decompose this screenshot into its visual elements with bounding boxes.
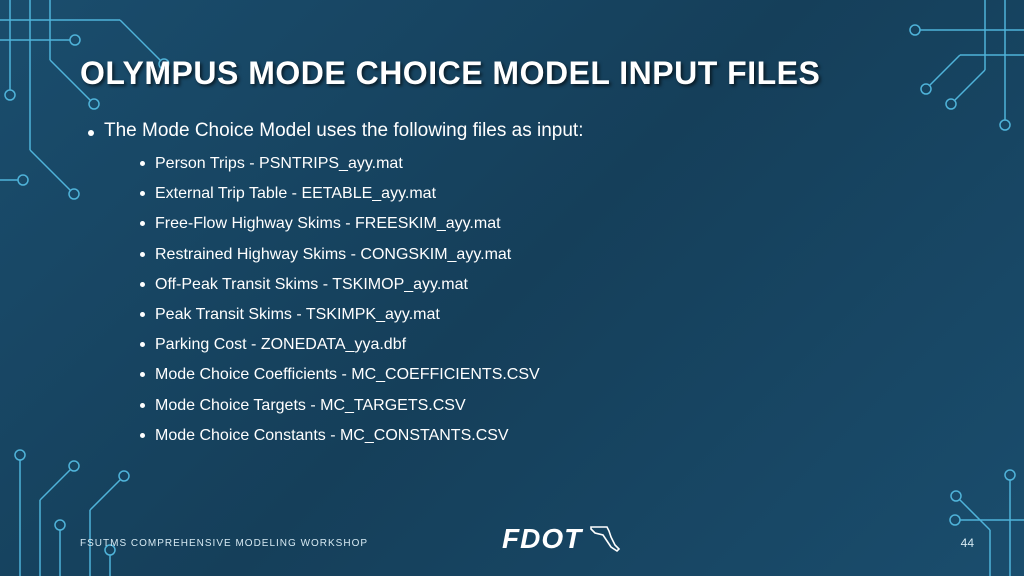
bullet-dot — [140, 161, 145, 166]
list-item: Mode Choice Targets - MC_TARGETS.CSV — [140, 394, 944, 417]
list-item: Person Trips - PSNTRIPS_ayy.mat — [140, 152, 944, 175]
bullet-dot — [140, 433, 145, 438]
list-item-text: External Trip Table - EETABLE_ayy.mat — [155, 182, 436, 205]
bullet-dot — [88, 130, 94, 136]
logo-text: FDOT — [502, 523, 582, 555]
list-item-text: Off-Peak Transit Skims - TSKIMOP_ayy.mat — [155, 273, 468, 296]
list-item-text: Mode Choice Constants - MC_CONSTANTS.CSV — [155, 424, 509, 447]
list-item: External Trip Table - EETABLE_ayy.mat — [140, 182, 944, 205]
intro-text: The Mode Choice Model uses the following… — [104, 120, 583, 142]
list-item: Mode Choice Coefficients - MC_COEFFICIEN… — [140, 363, 944, 386]
bullet-dot — [140, 191, 145, 196]
intro-bullet: The Mode Choice Model uses the following… — [88, 120, 944, 142]
list-item-text: Mode Choice Targets - MC_TARGETS.CSV — [155, 394, 466, 417]
list-item: Free-Flow Highway Skims - FREESKIM_ayy.m… — [140, 212, 944, 235]
bullet-dot — [140, 221, 145, 226]
list-item: Restrained Highway Skims - CONGSKIM_ayy.… — [140, 243, 944, 266]
bullet-dot — [140, 312, 145, 317]
list-item: Parking Cost - ZONEDATA_yya.dbf — [140, 333, 944, 356]
footer-label: FSUTMS COMPREHENSIVE MODELING WORKSHOP — [80, 538, 368, 549]
list-item: Off-Peak Transit Skims - TSKIMOP_ayy.mat — [140, 273, 944, 296]
page-number: 44 — [961, 536, 974, 550]
bullet-dot — [140, 372, 145, 377]
list-item-text: Person Trips - PSNTRIPS_ayy.mat — [155, 152, 403, 175]
fdot-logo: FDOT — [502, 523, 627, 558]
bullet-dot — [140, 342, 145, 347]
florida-outline-icon — [589, 523, 627, 558]
list-item-text: Mode Choice Coefficients - MC_COEFFICIEN… — [155, 363, 540, 386]
bullet-dot — [140, 403, 145, 408]
list-item: Mode Choice Constants - MC_CONSTANTS.CSV — [140, 424, 944, 447]
list-item-text: Parking Cost - ZONEDATA_yya.dbf — [155, 333, 406, 356]
list-item-text: Free-Flow Highway Skims - FREESKIM_ayy.m… — [155, 212, 501, 235]
list-item-text: Peak Transit Skims - TSKIMPK_ayy.mat — [155, 303, 440, 326]
list-item: Peak Transit Skims - TSKIMPK_ayy.mat — [140, 303, 944, 326]
slide-title: OLYMPUS MODE CHOICE MODEL INPUT FILES — [80, 55, 944, 92]
input-files-list: Person Trips - PSNTRIPS_ayy.mat External… — [140, 152, 944, 447]
slide-content: OLYMPUS MODE CHOICE MODEL INPUT FILES Th… — [0, 0, 1024, 576]
bullet-dot — [140, 282, 145, 287]
bullet-dot — [140, 252, 145, 257]
list-item-text: Restrained Highway Skims - CONGSKIM_ayy.… — [155, 243, 511, 266]
